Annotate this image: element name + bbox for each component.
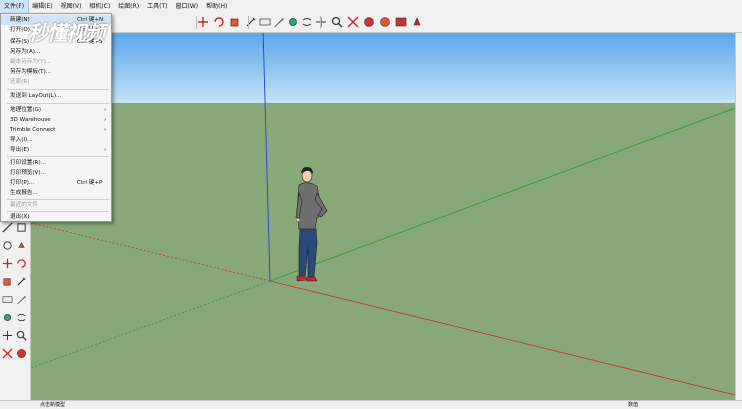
menu-1[interactable]: 编辑(E)	[28, 0, 56, 13]
text-icon[interactable]	[272, 15, 286, 29]
pencil-icon[interactable]	[1, 239, 14, 252]
menu-item-import[interactable]: 导入(I)...	[1, 135, 111, 145]
menu-item-send-layout[interactable]: 发送到 LayOut(L)...	[1, 91, 111, 101]
menu-item-print[interactable]: 打印(P)... Ctrl 键+P	[1, 178, 111, 188]
menu-3[interactable]: 相机(C)	[85, 0, 114, 13]
submenu-arrow-icon: ›	[104, 117, 107, 123]
watermark-logo: 秒懂视频	[28, 21, 105, 45]
submenu-arrow-icon: ›	[104, 147, 107, 153]
submenu-arrow-icon: ›	[104, 107, 107, 113]
dimension-icon[interactable]	[15, 257, 28, 270]
menu-2[interactable]: 视图(V)	[57, 0, 86, 13]
menu-item-recent-files: 最近的文件	[10, 202, 38, 208]
tape-icon[interactable]	[258, 15, 272, 29]
menu-item-save-as[interactable]: 另存为(A)...	[1, 47, 111, 57]
extension-icon[interactable]	[378, 15, 392, 29]
send-icon[interactable]	[394, 15, 408, 29]
menu-item-print-preview[interactable]: 打印预览(V)...	[1, 168, 111, 178]
menu-item-3d-warehouse[interactable]: 3D Warehouse ›	[1, 115, 111, 125]
menu-item-report[interactable]: 生成报告...	[1, 188, 111, 198]
menu-item-revert: 还原(R)	[10, 79, 30, 85]
warehouse-icon[interactable]	[362, 15, 376, 29]
zoom-extents-icon[interactable]	[346, 15, 360, 29]
menubar: 文件(F) 编辑(E) 视图(V) 相机(C) 绘图(R) 工具(T) 窗口(W) 帮助(H)	[0, 0, 742, 14]
walk-icon[interactable]	[15, 275, 28, 288]
menu-item-print-setup[interactable]: 打印设置(R)...	[1, 158, 111, 168]
axes-icon[interactable]	[1, 257, 14, 270]
menu-item-exit[interactable]: 退出(X)	[1, 212, 111, 222]
menu-separator	[7, 89, 109, 90]
menu-item-geo-location[interactable]: 地理位置(G) ›	[1, 105, 111, 115]
tape-measure-icon[interactable]	[1, 221, 14, 234]
orbit-icon[interactable]	[300, 15, 314, 29]
menu-item-trimble-connect[interactable]: Trimble Connect ›	[1, 125, 111, 135]
pan-icon[interactable]	[314, 15, 328, 29]
menu-0[interactable]: 文件(F)	[0, 0, 30, 14]
move-icon[interactable]	[196, 15, 210, 29]
footprint-icon[interactable]	[1, 347, 14, 360]
toolbar-separator	[196, 16, 197, 29]
section-icon[interactable]	[15, 347, 28, 360]
modeling-viewport[interactable]	[31, 33, 735, 400]
orbit-tool-icon[interactable]	[1, 275, 14, 288]
menu-7[interactable]: 帮助(H)	[202, 0, 231, 13]
ruby-icon[interactable]	[410, 15, 424, 29]
menu-5[interactable]: 工具(T)	[143, 0, 171, 13]
look-around-icon[interactable]	[15, 329, 28, 342]
paint-bucket-icon[interactable]	[286, 15, 300, 29]
offset-icon[interactable]	[244, 15, 258, 29]
zoom-extents-tool-icon[interactable]	[1, 311, 14, 324]
position-camera-icon[interactable]	[1, 329, 14, 342]
magnify-icon[interactable]	[15, 311, 28, 324]
toolbar-separator	[320, 16, 321, 29]
protractor-icon[interactable]	[15, 221, 28, 234]
zoom-tool-icon[interactable]	[1, 293, 14, 306]
toolbar-separator	[248, 16, 249, 29]
menu-6[interactable]: 窗口(W)	[172, 0, 203, 13]
viewport-scene	[31, 33, 735, 400]
submenu-arrow-icon: ›	[104, 127, 107, 133]
rotate-icon[interactable]	[212, 15, 226, 29]
menu-item-export[interactable]: 导出(E) ›	[1, 145, 111, 155]
sky	[31, 33, 735, 103]
zoom-window-icon[interactable]	[15, 293, 28, 306]
menu-separator	[7, 156, 109, 157]
menu-item-save-template[interactable]: 另存为模板(T)...	[1, 67, 111, 77]
menu-separator	[7, 103, 109, 104]
menu-4[interactable]: 绘图(R)	[114, 0, 143, 13]
text-tool-icon[interactable]	[15, 239, 28, 252]
right-panel-edge	[735, 33, 742, 400]
zoom-icon[interactable]	[330, 15, 344, 29]
scale-icon[interactable]	[228, 15, 242, 29]
menu-item-save-copy: 副本另存为(Y)...	[10, 59, 52, 65]
